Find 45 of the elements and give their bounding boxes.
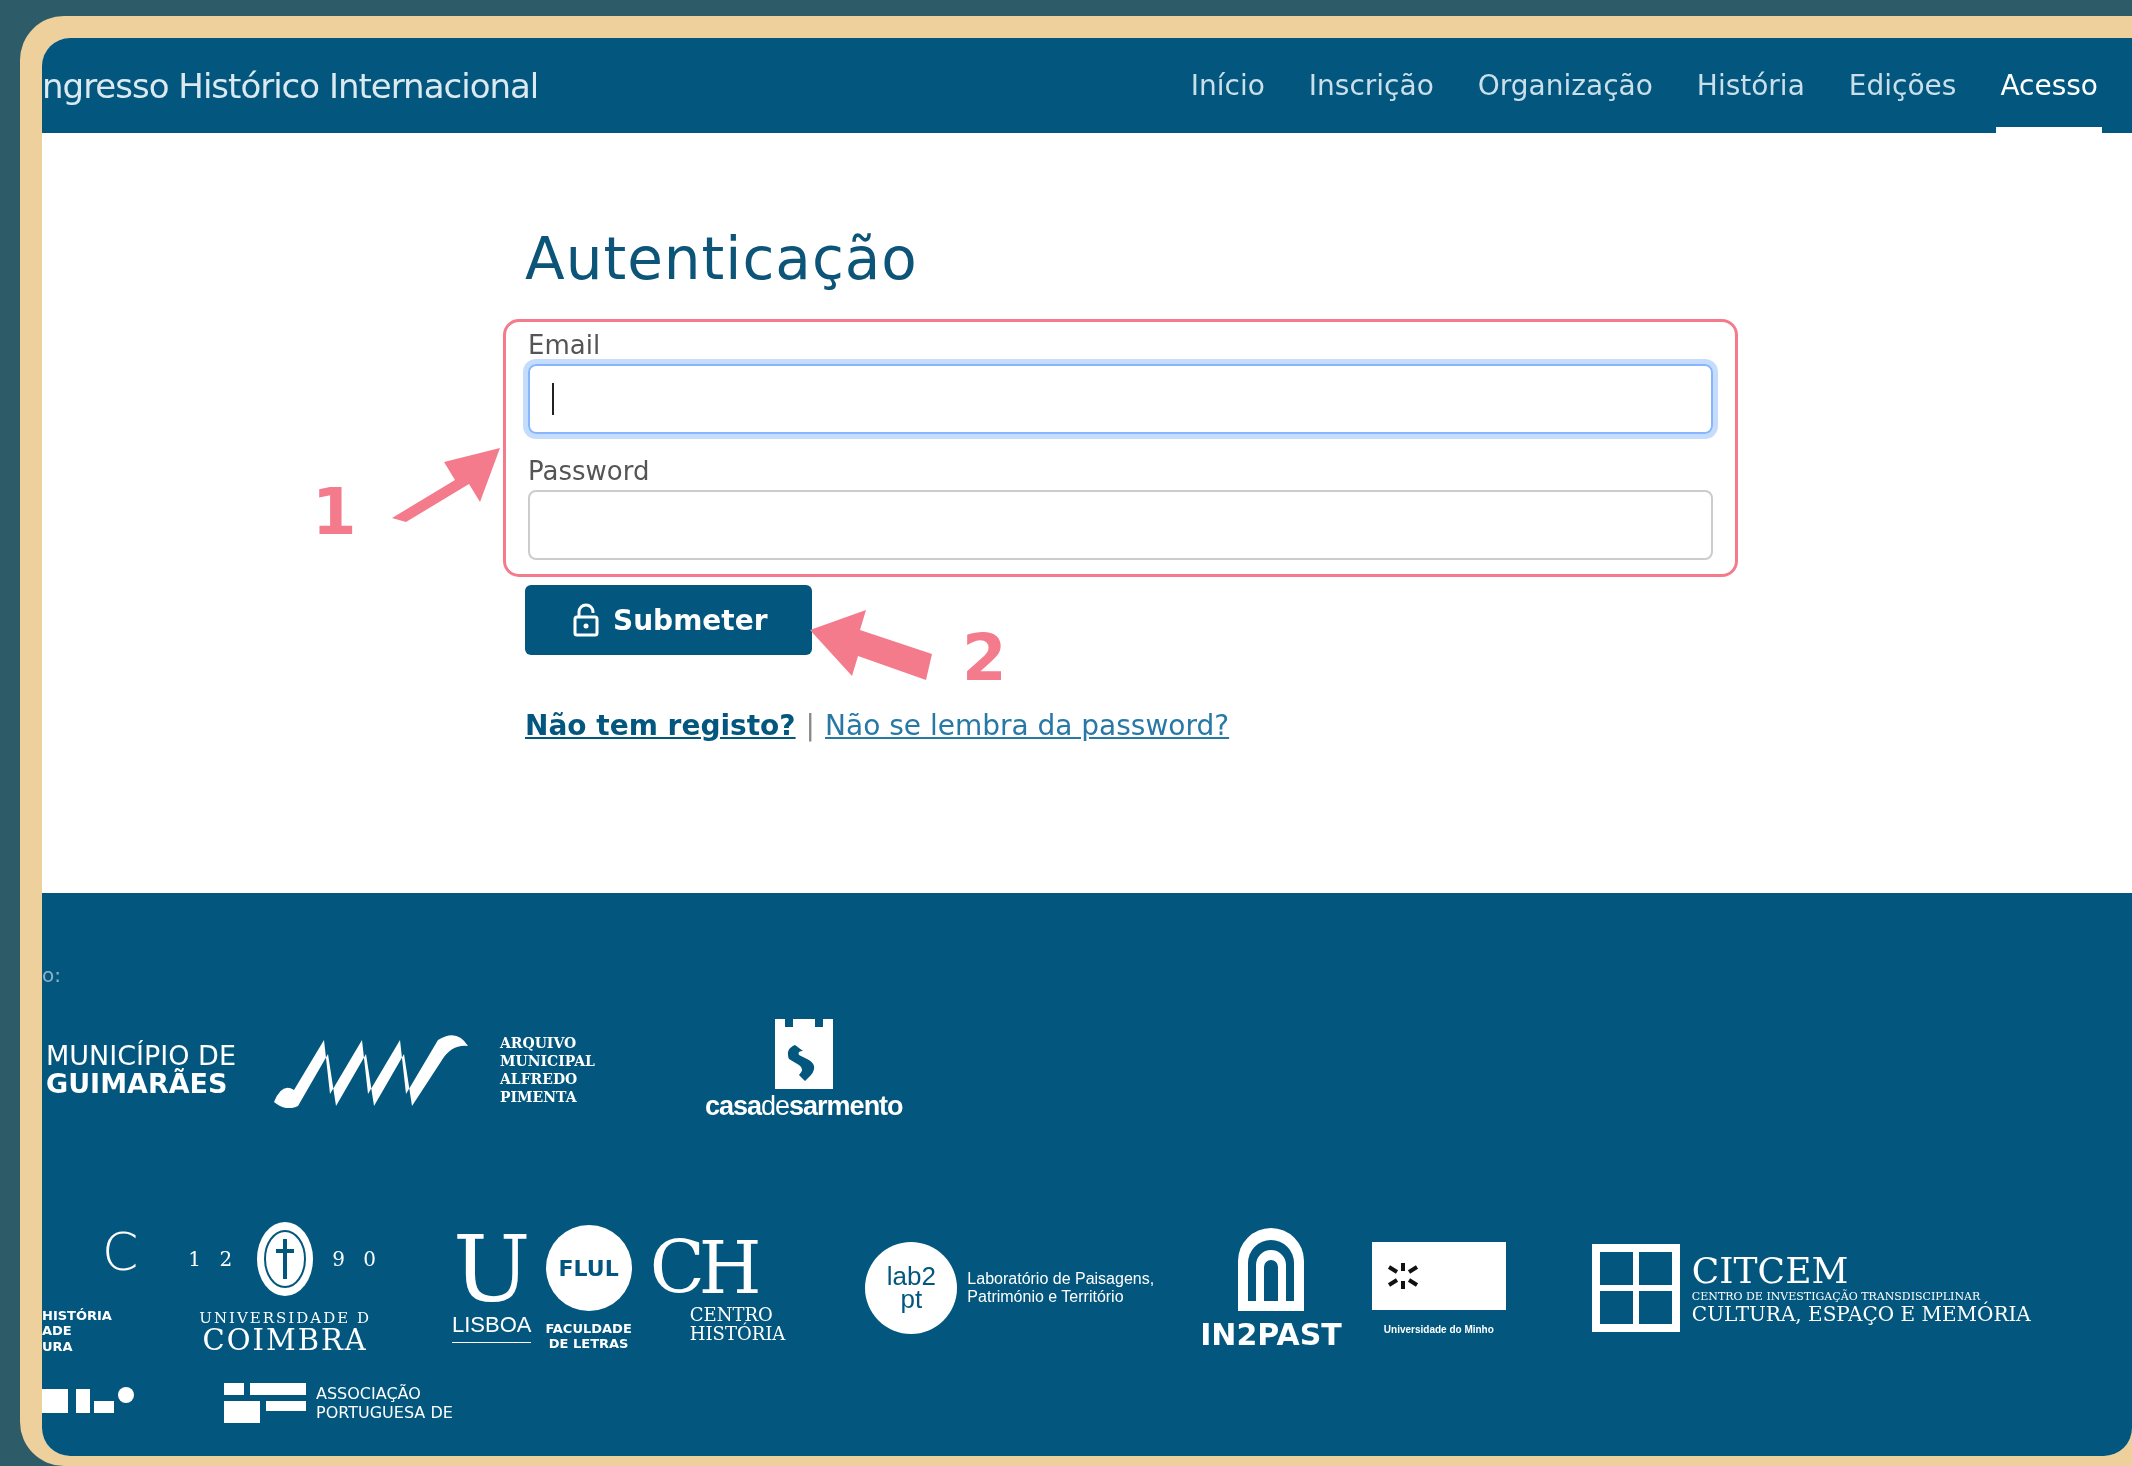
logo-text: UNIVERSIDADE D COIMBRA	[199, 1311, 371, 1355]
link-separator: |	[805, 709, 816, 742]
castle-icon	[772, 1018, 835, 1089]
logo-mark: CH	[649, 1232, 756, 1305]
annotation-number: 1	[312, 480, 357, 544]
logo-text: CENTRO HISTÓRIA	[689, 1306, 786, 1344]
logo-text: LISBOA	[451, 1312, 532, 1344]
logo-text: Universidade do Minho	[1383, 1323, 1494, 1335]
window-grid-icon	[1591, 1244, 1680, 1332]
logo-mark: 1 2	[188, 1247, 239, 1271]
nav-link[interactable]: Organização	[1473, 38, 1657, 133]
register-link[interactable]: Não tem registo?	[525, 709, 796, 742]
logo-text: HISTÓRIA ADE URA	[42, 1307, 112, 1355]
field-label: Password	[528, 456, 651, 486]
seal-icon	[256, 1221, 315, 1297]
logo-text: MUNICÍPIO DE GUIMARÃES	[46, 1041, 236, 1099]
field-label: Email	[528, 330, 602, 360]
logo-text: CITCEM CENTRO DE INVESTIGAÇÃO TRANSDISCIPLINAR CULTURA, ESPAÇO E MEMÓRIA	[1691, 1251, 2031, 1325]
annotation-number: 2	[962, 626, 1007, 690]
logo-mark: C	[102, 1221, 139, 1282]
logo-text: ASSOCIAÇÃO PORTUGUESA DE	[316, 1383, 453, 1423]
logo-text: FACULDADE DE LETRAS	[545, 1321, 632, 1351]
site-title: ngresso Histórico Internacional	[42, 65, 539, 106]
submit-button[interactable]: Submeter	[525, 585, 812, 655]
text-cursor	[552, 383, 554, 415]
logo-text: casadesarmento	[704, 1090, 903, 1122]
logo-text: Laboratório de Paisagens, Património e Território	[967, 1270, 1155, 1306]
logo-mark: lab2 pt	[865, 1242, 958, 1334]
logo-text: IN2PAST	[1200, 1316, 1342, 1352]
logo-mark: U	[452, 1232, 531, 1307]
nav-link[interactable]: Inscrição	[1304, 38, 1438, 133]
page-title: Autenticação	[525, 225, 919, 293]
forgot-password-link[interactable]: Não se lembra da password?	[825, 709, 1230, 742]
nav-link[interactable]: História	[1692, 38, 1809, 133]
logo-text: ARQUIVO MUNICIPAL ALFREDO PIMENTA	[499, 1033, 595, 1107]
nav-link[interactable]: Acesso	[1996, 38, 2102, 133]
maze-logo-icon	[224, 1383, 306, 1423]
nav-link[interactable]: Início	[1186, 38, 1269, 133]
input-field[interactable]	[528, 490, 1713, 560]
footer-label: o:	[42, 963, 62, 987]
asterisk-icon	[1385, 1260, 1420, 1291]
lock-icon	[573, 603, 599, 637]
logo-mark: FLUL	[545, 1225, 632, 1311]
nav-link[interactable]: Edições	[1844, 38, 1961, 133]
logo-mark: 9 0	[332, 1247, 382, 1271]
